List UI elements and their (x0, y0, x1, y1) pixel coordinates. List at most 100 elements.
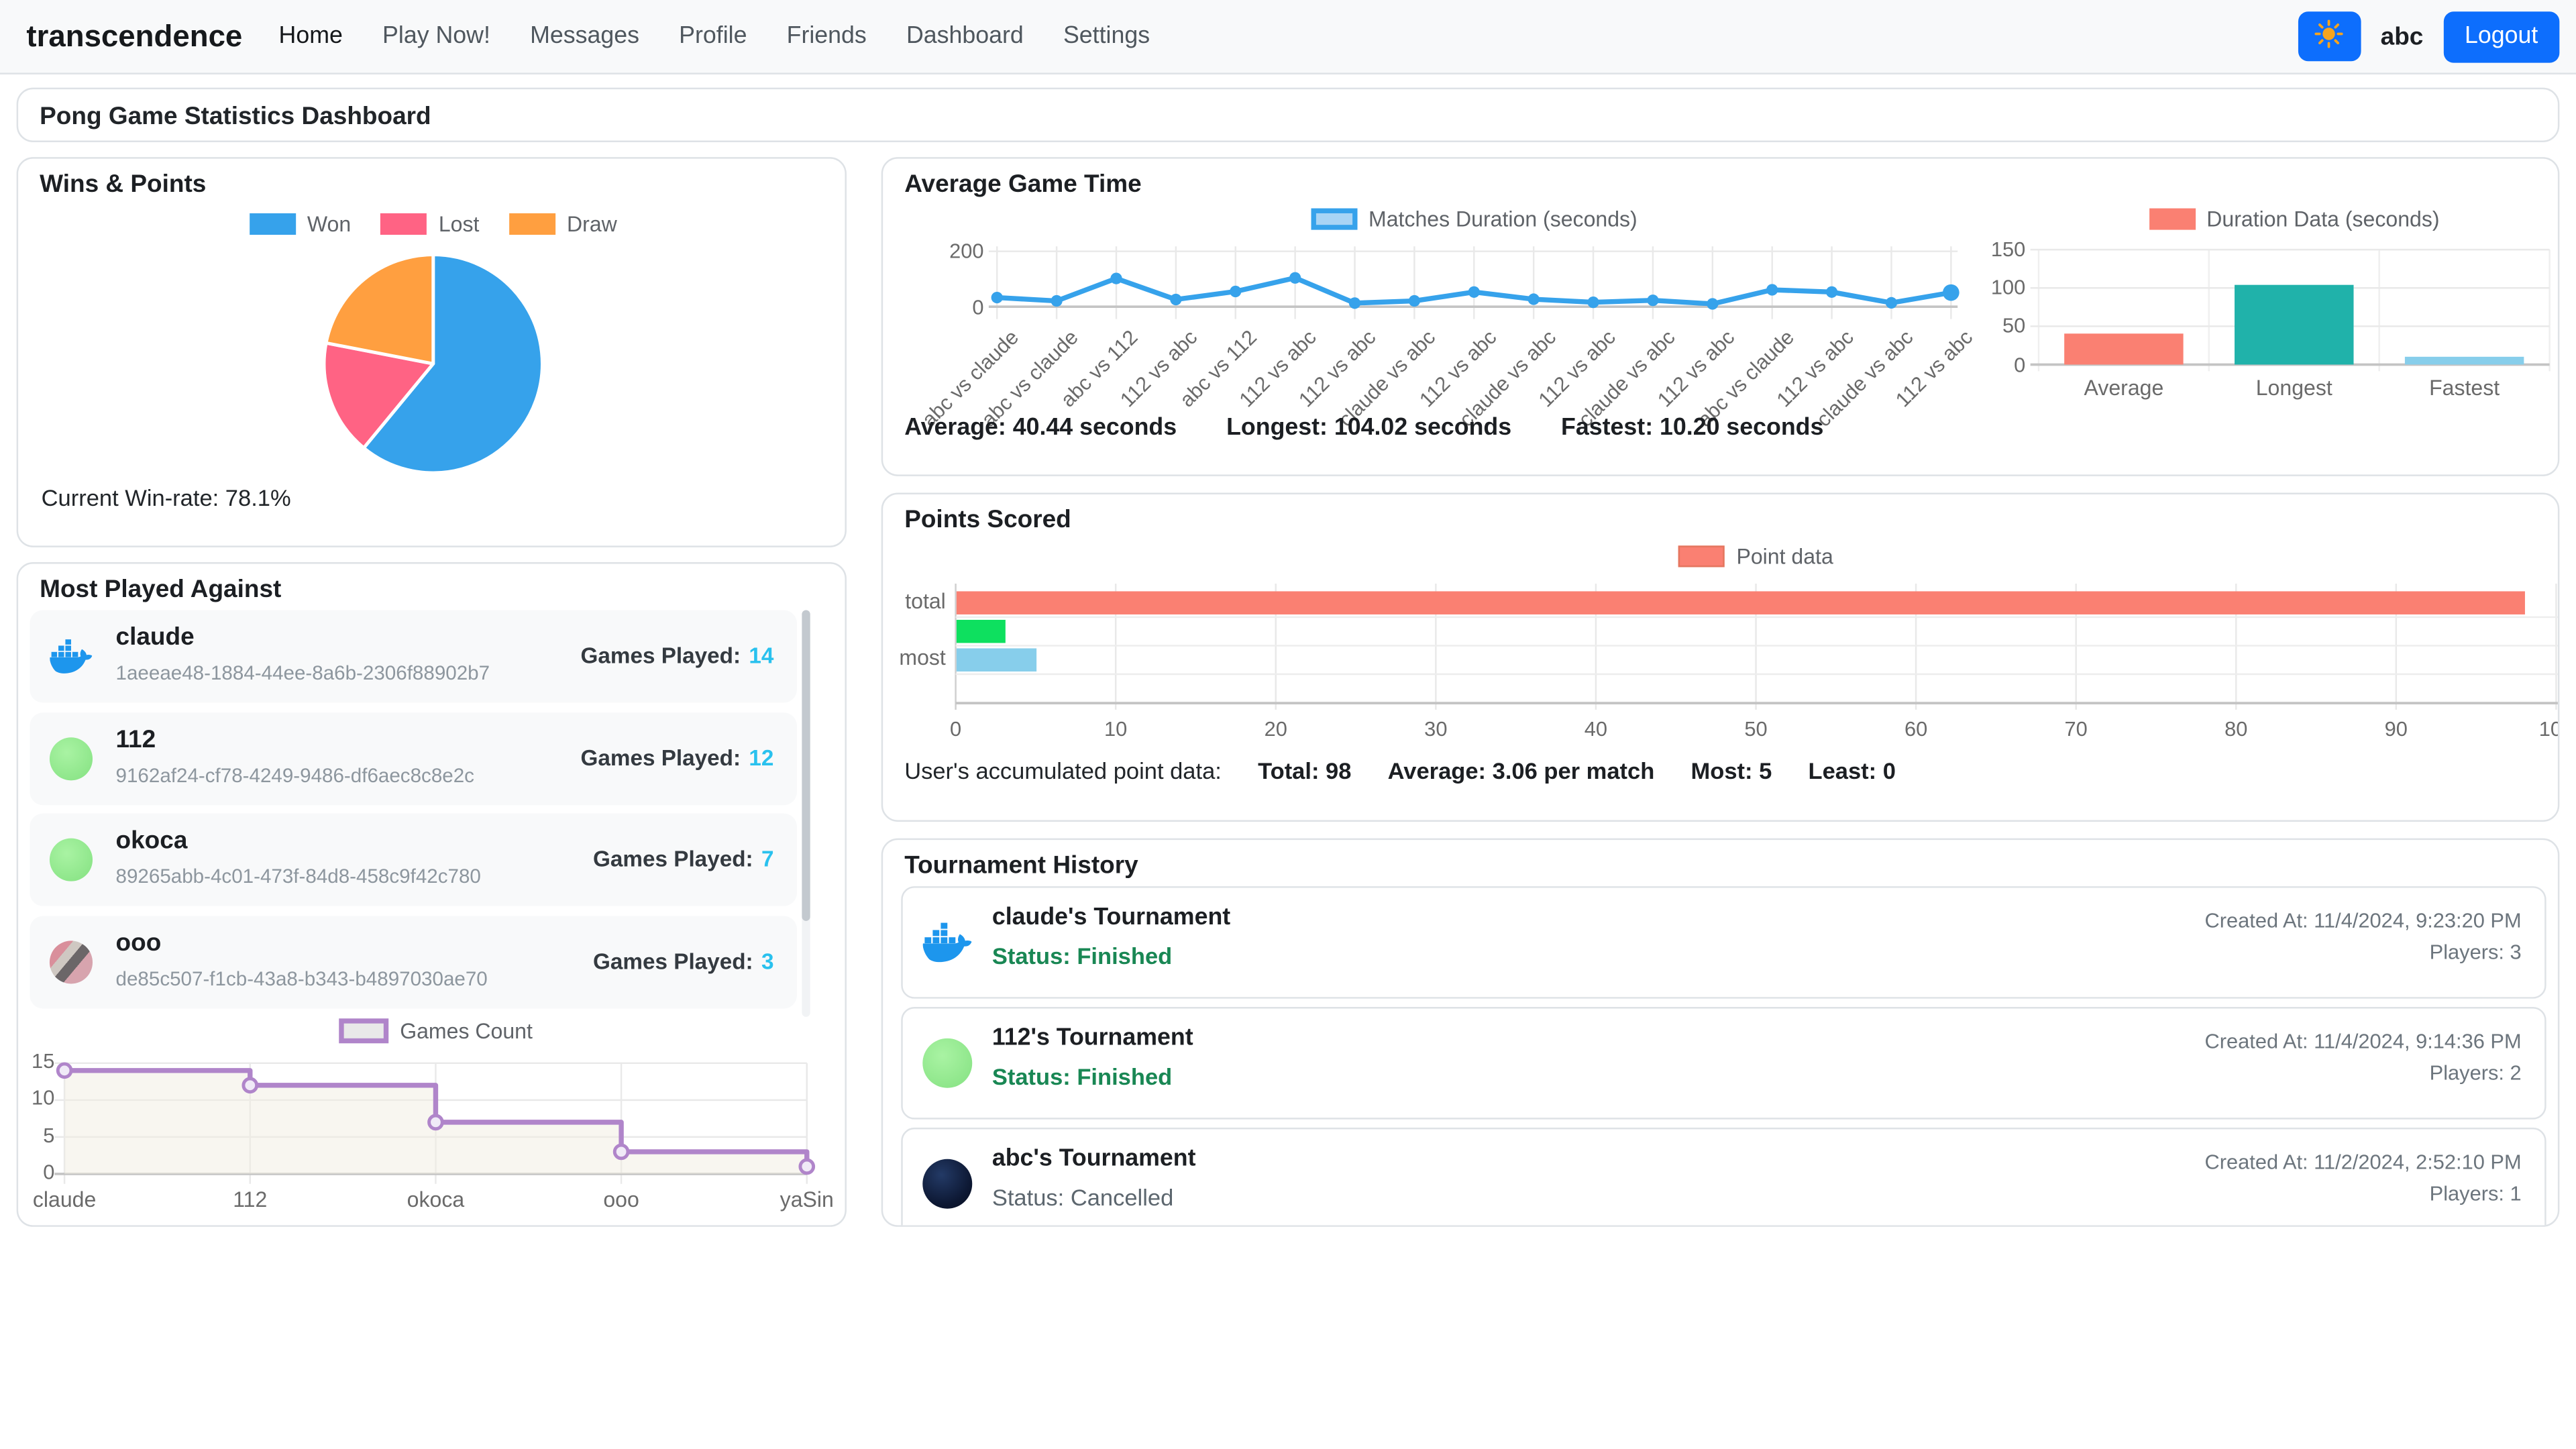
point-data-swatch (1678, 545, 1725, 566)
games-count-label: Games Count (400, 1018, 533, 1042)
duration-stats: Average: 40.44 seconds Longest: 104.02 s… (904, 415, 1823, 441)
draw-label: Draw (567, 211, 617, 235)
average-game-time-title: Average Game Time (904, 170, 1141, 199)
games-count-swatch (339, 1018, 388, 1042)
games-played-count: 14 (749, 643, 773, 668)
games-played-label: Games Played: (580, 643, 741, 668)
draw-swatch (509, 213, 555, 234)
tournament-name: claude's Tournament (992, 904, 1230, 930)
points-least: Least: 0 (1809, 757, 1896, 784)
nav-item-messages[interactable]: Messages (530, 23, 639, 50)
player-name: ooo (116, 928, 162, 957)
nav-item-home[interactable]: Home (279, 23, 343, 50)
nav-item-dashboard[interactable]: Dashboard (906, 23, 1024, 50)
legend-item-draw[interactable]: Draw (509, 211, 617, 235)
won-label: Won (307, 211, 351, 235)
avatar-green-circle (922, 1038, 972, 1088)
avatar-docker-icon (50, 635, 93, 678)
points-average: Average: 3.06 per match (1388, 757, 1655, 784)
player-uuid: 1aeeae48-1884-44ee-8a6b-2306f88902b7 (116, 661, 490, 685)
player-uuid: de85c507-f1cb-43a8-b343-b4897030ae70 (116, 967, 488, 990)
nav-item-settings[interactable]: Settings (1063, 23, 1150, 50)
games-played: Games Played: 14 (580, 643, 773, 668)
player-row: okoca 89265abb-4c01-473f-84d8-458c9f42c7… (30, 814, 797, 906)
player-uuid: 9162af24-cf78-4249-9486-df6aec8c8e2c (116, 763, 474, 786)
games-played: Games Played: 12 (580, 745, 773, 769)
games-played-count: 3 (761, 949, 774, 973)
stat-fastest: Fastest: 10.20 seconds (1561, 415, 1823, 441)
nav-item-friends[interactable]: Friends (787, 23, 867, 50)
legend-item-won[interactable]: Won (250, 211, 352, 235)
theme-toggle-button[interactable] (2298, 11, 2361, 61)
games-played-count: 7 (761, 847, 774, 871)
nav-item-profile[interactable]: Profile (679, 23, 747, 50)
tournament-name: abc's Tournament (992, 1146, 1196, 1172)
pie-legend: Won Lost Draw (18, 210, 847, 236)
games-played-label: Games Played: (593, 847, 753, 871)
tournament-row: abc's Tournament Status: Cancelled Creat… (901, 1128, 2546, 1227)
games-played-label: Games Played: (593, 949, 753, 973)
navbar: transcendence Home Play Now! Messages Pr… (0, 0, 2576, 74)
tournament-name: 112's Tournament (992, 1025, 1193, 1051)
most-played-title: Most Played Against (40, 576, 281, 604)
points-scored-card: Points Scored Point data 010203040506070… (881, 492, 2560, 821)
point-data-label: Point data (1736, 543, 1833, 568)
lost-label: Lost (439, 211, 480, 235)
bar-chart-legend: Duration Data (seconds) (2039, 205, 2550, 231)
points-total: Total: 98 (1258, 757, 1351, 784)
nav-item-play-now[interactable]: Play Now! (382, 23, 490, 50)
brand-logo[interactable]: transcendence (26, 18, 242, 54)
player-name: claude (116, 623, 195, 651)
player-row: 112 9162af24-cf78-4249-9486-df6aec8c8e2c… (30, 712, 797, 804)
won-swatch (250, 213, 296, 234)
avatar-green-circle (50, 839, 93, 881)
tournament-players: Players: 1 (2430, 1182, 2522, 1205)
player-name: 112 (116, 725, 156, 753)
duration-data-swatch (2149, 207, 2195, 229)
username-label: abc (2381, 22, 2424, 50)
avatar-green-circle (50, 737, 93, 780)
legend-item-point-data[interactable]: Point data (1678, 543, 1833, 568)
legend-item-games-count[interactable]: Games Count (339, 1018, 533, 1042)
tournament-status: Status: Cancelled (992, 1184, 1173, 1210)
line-chart-legend: Matches Duration (seconds) (997, 205, 1951, 231)
legend-item-matches-duration[interactable]: Matches Duration (seconds) (1311, 206, 1638, 231)
tournament-row: 112's Tournament Status: Finished Create… (901, 1007, 2546, 1120)
point-data-legend: Point data (956, 542, 2557, 568)
avatar-photo (50, 940, 93, 983)
stat-average: Average: 40.44 seconds (904, 415, 1177, 441)
points-summary-prefix: User's accumulated point data: (904, 757, 1222, 784)
win-rate-text: Current Win-rate: 78.1% (42, 484, 291, 511)
navbar-right: abc Logout (2298, 11, 2559, 62)
logout-button[interactable]: Logout (2443, 11, 2559, 62)
tournament-row: claude's Tournament Status: Finished Cre… (901, 886, 2546, 999)
player-row: claude 1aeeae48-1884-44ee-8a6b-2306f8890… (30, 610, 797, 702)
avatar-docker-icon (922, 918, 972, 967)
games-played-label: Games Played: (580, 745, 741, 769)
games-played-count: 12 (749, 745, 773, 769)
points-most: Most: 5 (1691, 757, 1772, 784)
points-scored-title: Points Scored (904, 506, 1071, 534)
scrollbar-thumb[interactable] (802, 610, 810, 920)
page-title: Pong Game Statistics Dashboard (40, 89, 431, 142)
tournament-status: Status: Finished (992, 1063, 1172, 1089)
tournament-players: Players: 3 (2430, 941, 2522, 964)
tournament-created-at: Created At: 11/4/2024, 9:23:20 PM (2204, 910, 2521, 933)
app-root: transcendence Home Play Now! Messages Pr… (0, 0, 2576, 1449)
sun-icon (2315, 19, 2343, 54)
games-played: Games Played: 7 (593, 847, 773, 871)
page-header-card: Pong Game Statistics Dashboard (17, 88, 2560, 142)
tournament-created-at: Created At: 11/2/2024, 2:52:10 PM (2204, 1150, 2521, 1174)
games-played: Games Played: 3 (593, 949, 773, 973)
legend-item-duration-data[interactable]: Duration Data (seconds) (2149, 206, 2440, 231)
matches-duration-label: Matches Duration (seconds) (1368, 206, 1638, 231)
tournament-history-card: Tournament History claude's Tournament S… (881, 839, 2560, 1227)
lost-swatch (381, 213, 427, 234)
player-name: okoca (116, 826, 188, 855)
tournament-history-title: Tournament History (904, 851, 1138, 879)
legend-item-lost[interactable]: Lost (381, 211, 480, 235)
average-game-time-card: Average Game Time Matches Duration (seco… (881, 157, 2560, 476)
wins-points-title: Wins & Points (40, 170, 206, 199)
duration-data-label: Duration Data (seconds) (2206, 206, 2439, 231)
player-row: ooo de85c507-f1cb-43a8-b343-b4897030ae70… (30, 915, 797, 1008)
